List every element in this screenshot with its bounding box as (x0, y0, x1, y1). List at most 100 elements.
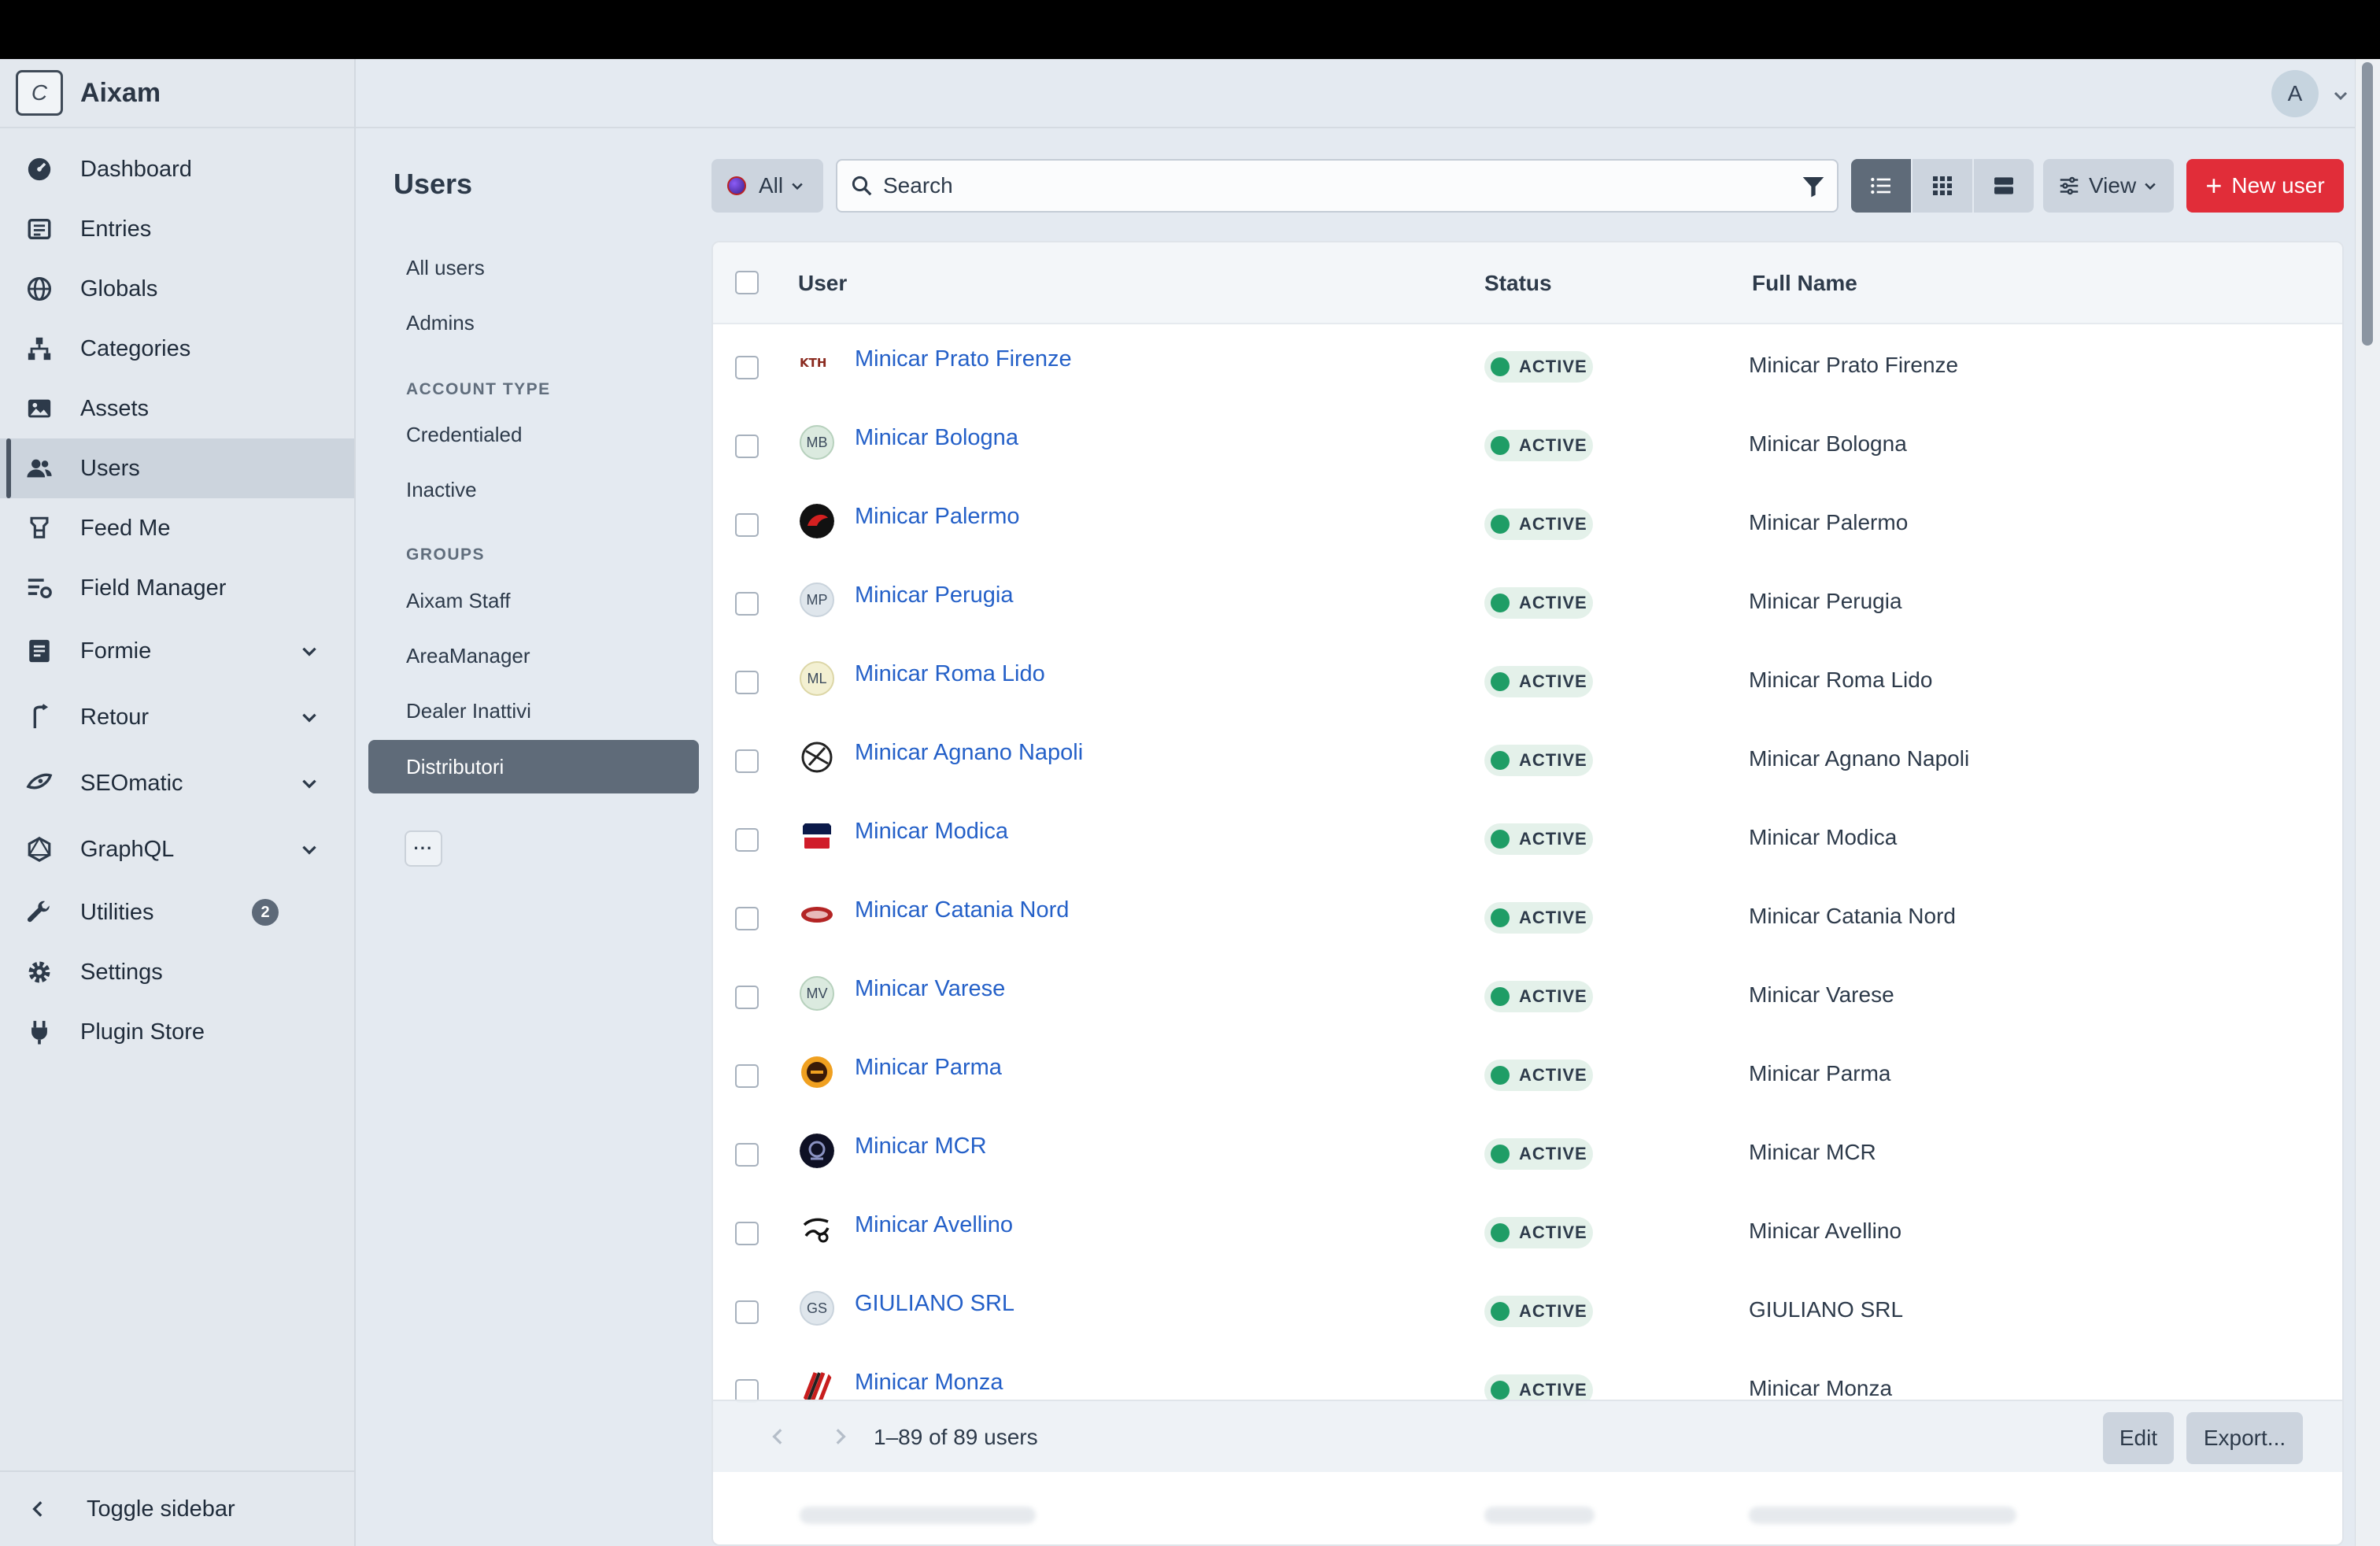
filter-icon[interactable] (1801, 174, 1826, 199)
table-row[interactable]: MP Minicar Perugia ACTIVE Minicar Perugi… (713, 560, 2342, 639)
avatar[interactable]: A (2271, 70, 2319, 117)
row-checkbox[interactable] (735, 1300, 759, 1324)
global-header: A (356, 59, 2355, 128)
row-checkbox[interactable] (735, 592, 759, 616)
group-aixam-staff[interactable]: Aixam Staff (406, 589, 510, 613)
export-button[interactable]: Export... (2186, 1412, 2303, 1464)
row-checkbox[interactable] (735, 1143, 759, 1167)
chevron-down-icon[interactable] (299, 773, 320, 793)
row-checkbox[interactable] (735, 986, 759, 1009)
sidebar-item-plugin-store[interactable]: Plugin Store (0, 1002, 354, 1062)
row-checkbox[interactable] (735, 749, 759, 773)
chevron-right-icon[interactable] (830, 1426, 850, 1447)
row-checkbox[interactable] (735, 671, 759, 694)
row-checkbox[interactable] (735, 435, 759, 458)
status-badge: ACTIVE (1484, 745, 1593, 776)
user-link[interactable]: Minicar Monza (855, 1370, 1003, 1396)
edit-button[interactable]: Edit (2103, 1412, 2174, 1464)
status-dot-icon (1491, 1381, 1510, 1400)
sidebar-item-dashboard[interactable]: Dashboard (0, 139, 354, 199)
site-menu-button[interactable]: All (711, 159, 823, 213)
user-link[interactable]: Minicar Parma (855, 1055, 1002, 1081)
row-checkbox[interactable] (735, 828, 759, 852)
group-dealer-inattivi[interactable]: Dealer Inattivi (406, 699, 531, 723)
page-scrollbar[interactable] (2355, 59, 2380, 1546)
user-link[interactable]: Minicar Modica (855, 819, 1008, 845)
table-row[interactable]: MB Minicar Bologna ACTIVE Minicar Bologn… (713, 403, 2342, 482)
row-checkbox[interactable] (735, 907, 759, 930)
group-areamanager[interactable]: AreaManager (406, 644, 530, 668)
status-dot-icon (1491, 436, 1510, 455)
select-all-checkbox[interactable] (735, 271, 759, 294)
table-row[interactable]: ML Minicar Roma Lido ACTIVE Minicar Roma… (713, 639, 2342, 718)
sidebar-item-entries[interactable]: Entries (0, 199, 354, 259)
sidebar-item-graphql[interactable]: GraphQL (0, 816, 354, 882)
user-link[interactable]: Minicar Catania Nord (855, 897, 1069, 923)
row-checkbox[interactable] (735, 1064, 759, 1088)
chevron-left-icon[interactable] (768, 1426, 789, 1447)
row-checkbox[interactable] (735, 356, 759, 379)
table-row[interactable]: KTH Minicar Prato Firenze ACTIVE Minicar… (713, 324, 2342, 403)
table-row[interactable]: Minicar Agnano Napoli ACTIVE Minicar Agn… (713, 718, 2342, 797)
sidebar-item-seomatic[interactable]: SEOmatic (0, 750, 354, 816)
table-row[interactable]: GS GIULIANO SRL ACTIVE GIULIANO SRL (713, 1269, 2342, 1348)
table-row[interactable]: Minicar Parma ACTIVE Minicar Parma (713, 1033, 2342, 1111)
sidebar-item-settings[interactable]: Settings (0, 942, 354, 1002)
sidebar-item-utilities[interactable]: Utilities 2 (0, 882, 354, 942)
sidebar-item-label: Plugin Store (80, 1019, 205, 1045)
sidebar-item-users[interactable]: Users (0, 438, 354, 498)
source-inactive[interactable]: Inactive (406, 478, 477, 502)
sidebar-item-label: Retour (80, 704, 150, 730)
user-link[interactable]: Minicar Varese (855, 976, 1005, 1002)
sidebar-item-feed-me[interactable]: Feed Me (0, 498, 354, 558)
group-distributori[interactable]: Distributori (368, 740, 699, 793)
toggle-sidebar-button[interactable]: Toggle sidebar (0, 1470, 356, 1546)
column-header-full-name[interactable]: Full Name (1752, 271, 1857, 296)
sidebar-item-categories[interactable]: Categories (0, 319, 354, 379)
scrollbar-thumb[interactable] (2362, 62, 2373, 346)
user-link[interactable]: Minicar Bologna (855, 425, 1018, 451)
row-checkbox[interactable] (735, 513, 759, 537)
table-view-button[interactable] (1851, 159, 1911, 213)
sidebar-item-formie[interactable]: Formie (0, 618, 354, 684)
sidebar-item-assets[interactable]: Assets (0, 379, 354, 438)
user-link[interactable]: Minicar Agnano Napoli (855, 740, 1083, 766)
new-user-button[interactable]: + New user (2186, 159, 2344, 213)
row-checkbox[interactable] (735, 1222, 759, 1245)
table-row[interactable]: Minicar Modica ACTIVE Minicar Modica (713, 797, 2342, 875)
view-options-button[interactable]: View (2043, 159, 2174, 213)
user-link[interactable]: Minicar Perugia (855, 583, 1013, 608)
source-admins[interactable]: Admins (406, 311, 475, 335)
table-row[interactable]: Minicar Avellino ACTIVE Minicar Avellino (713, 1190, 2342, 1269)
user-link[interactable]: Minicar Avellino (855, 1212, 1013, 1238)
user-link[interactable]: Minicar Roma Lido (855, 661, 1045, 687)
chevron-down-icon[interactable] (299, 641, 320, 661)
column-header-user[interactable]: User (798, 271, 847, 296)
cards-view-button[interactable] (1974, 159, 2034, 213)
initials-icon: MP (800, 583, 834, 617)
sidebar-item-retour[interactable]: Retour (0, 684, 354, 750)
status-label: ACTIVE (1519, 357, 1587, 376)
source-all-users[interactable]: All users (406, 256, 485, 280)
status-badge: ACTIVE (1484, 587, 1593, 619)
sidebar-item-field-manager[interactable]: Field Manager (0, 558, 354, 618)
user-link[interactable]: Minicar Palermo (855, 504, 1020, 530)
column-header-status[interactable]: Status (1484, 271, 1552, 296)
chevron-down-icon[interactable] (2331, 86, 2350, 105)
search-input[interactable] (883, 173, 1749, 198)
more-sources-button[interactable]: ··· (405, 830, 442, 867)
user-link[interactable]: Minicar Prato Firenze (855, 346, 1072, 372)
table-row[interactable]: Minicar Palermo ACTIVE Minicar Palermo (713, 482, 2342, 560)
sidebar-item-globals[interactable]: Globals (0, 259, 354, 319)
table-row[interactable]: Minicar MCR ACTIVE Minicar MCR (713, 1111, 2342, 1190)
chevron-down-icon[interactable] (299, 707, 320, 727)
brand[interactable]: C Aixam (0, 59, 354, 128)
user-link[interactable]: GIULIANO SRL (855, 1291, 1014, 1317)
source-credentialed[interactable]: Credentialed (406, 423, 522, 447)
table-row[interactable]: Minicar Catania Nord ACTIVE Minicar Cata… (713, 875, 2342, 954)
full-name: Minicar Prato Firenze (1749, 353, 1959, 377)
user-link[interactable]: Minicar MCR (855, 1134, 987, 1160)
chevron-down-icon[interactable] (299, 839, 320, 860)
thumbs-view-button[interactable] (1913, 159, 1972, 213)
table-row[interactable]: MV Minicar Varese ACTIVE Minicar Varese (713, 954, 2342, 1033)
